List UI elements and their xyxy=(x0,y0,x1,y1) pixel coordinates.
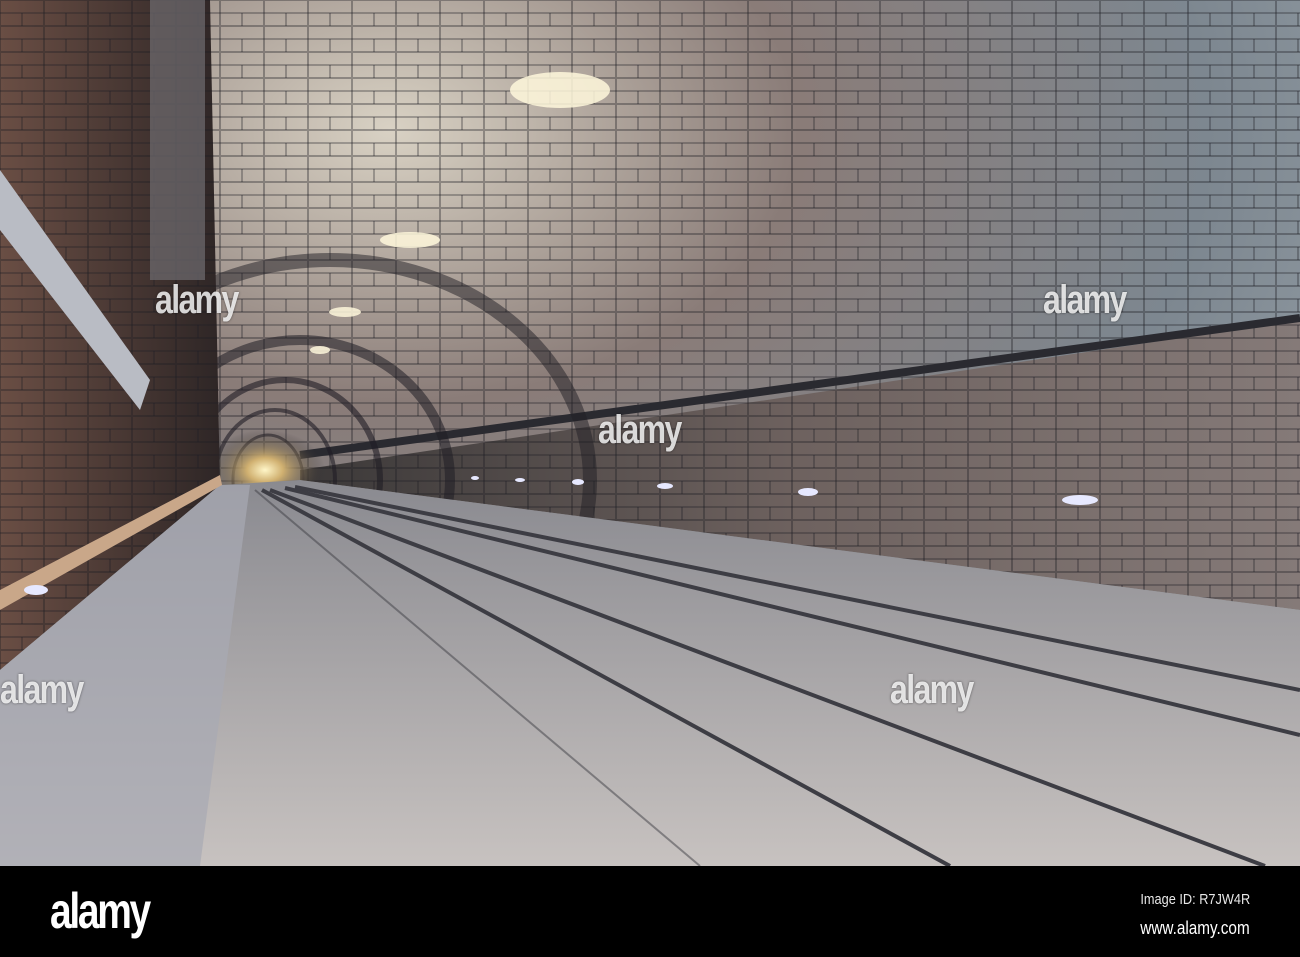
watermark: alamy xyxy=(0,668,84,712)
watermark: alamy xyxy=(1043,278,1127,322)
watermark: alamy xyxy=(890,668,974,712)
cable-tray xyxy=(150,0,205,280)
alamy-logo: alamy xyxy=(50,883,151,939)
watermark: alamy xyxy=(155,278,239,322)
watermark: alamy xyxy=(598,408,682,452)
stock-photo-page: alamy alamy alamy alamy alamy alamy Imag… xyxy=(0,0,1300,957)
image-id: Image ID: R7JW4R xyxy=(1140,891,1250,908)
site-url[interactable]: www.alamy.com xyxy=(1141,918,1250,939)
footer-bar: alamy Image ID: R7JW4R www.alamy.com xyxy=(0,866,1300,957)
